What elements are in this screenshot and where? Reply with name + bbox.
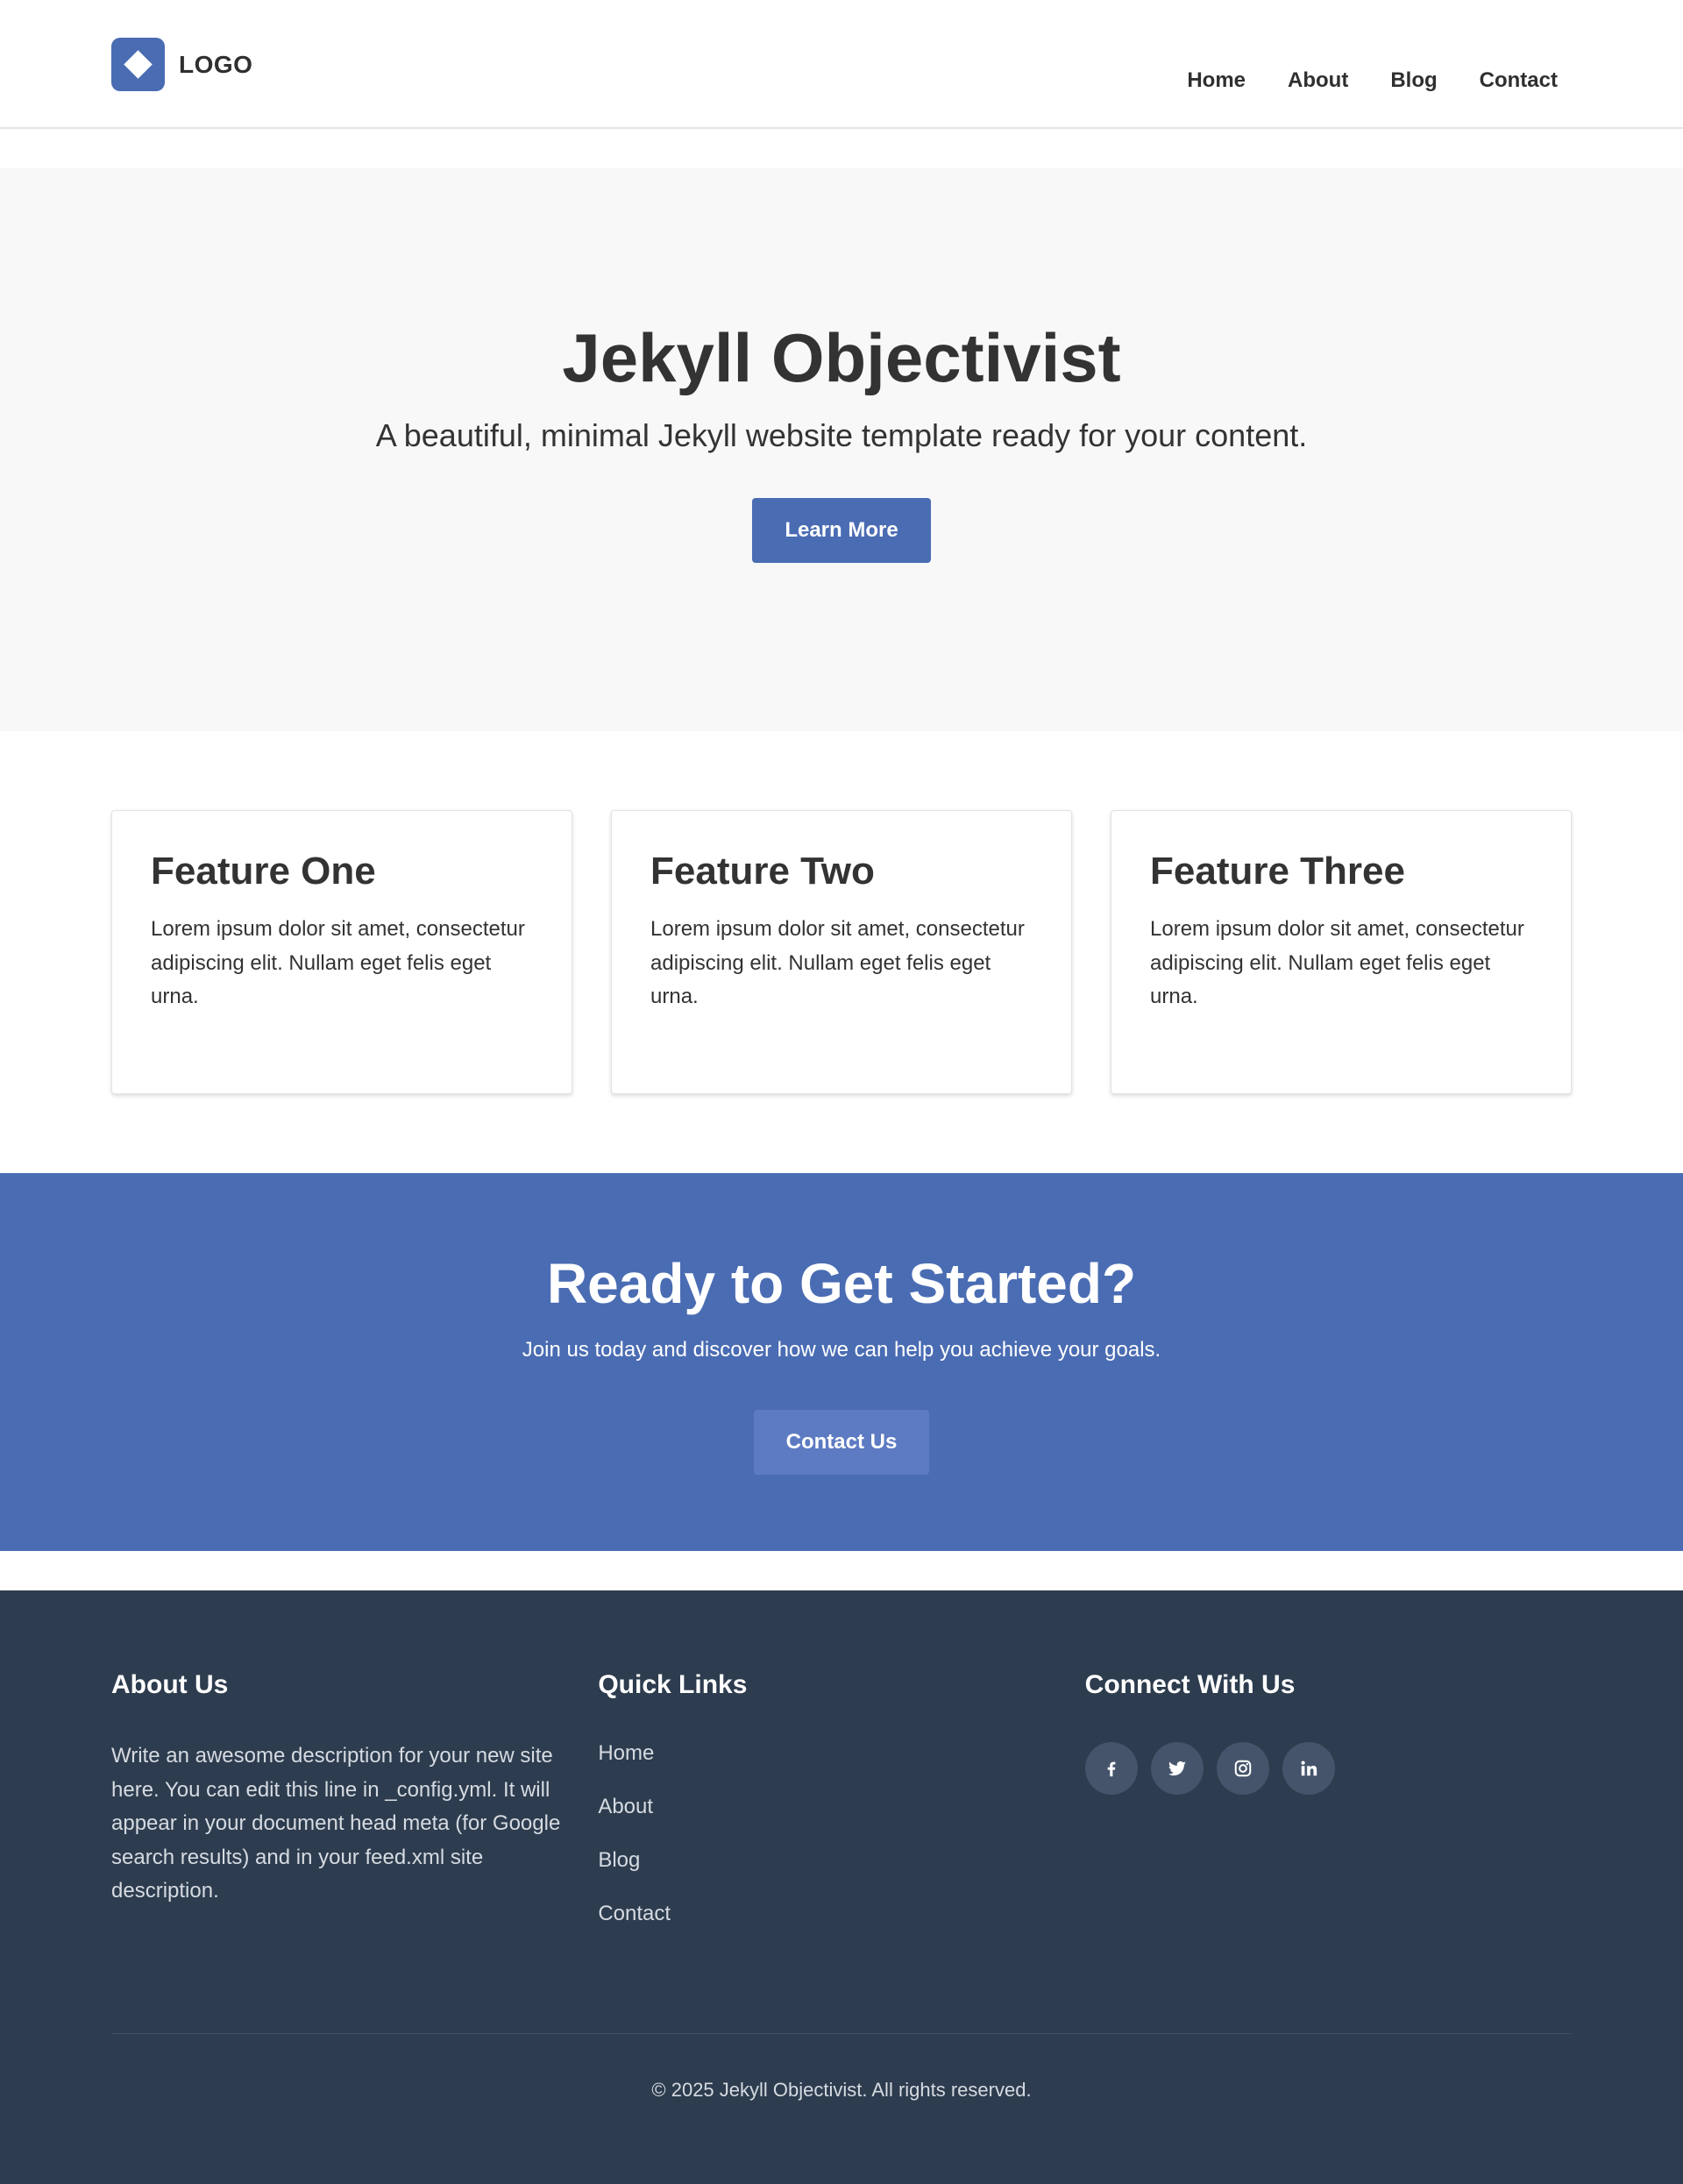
logo-link[interactable]: LOGO <box>111 38 252 91</box>
nav-item-home[interactable]: Home <box>1187 65 1246 96</box>
learn-more-button[interactable]: Learn More <box>752 498 931 563</box>
feature-title: Feature Three <box>1150 850 1405 893</box>
feature-text: Lorem ipsum dolor sit amet, consectetur … <box>151 917 525 1008</box>
linkedin-icon[interactable] <box>1282 1742 1335 1795</box>
hero-subtitle: A beautiful, minimal Jekyll website temp… <box>375 417 1308 453</box>
hero-section: Jekyll Objectivist A beautiful, minimal … <box>0 168 1683 731</box>
footer-link-about[interactable]: About <box>598 1795 653 1818</box>
cta-text: Join us today and discover how we can he… <box>522 1338 1161 1362</box>
footer-quick-links: Quick Links Home About Blog Contact <box>598 1669 1084 2033</box>
cta-section: Ready to Get Started? Join us today and … <box>0 1173 1683 1551</box>
logo-text: LOGO <box>179 50 253 78</box>
footer-quick-links-heading: Quick Links <box>598 1670 748 1699</box>
footer-about: About Us Write an awesome description fo… <box>111 1669 598 2033</box>
nav-item-blog[interactable]: Blog <box>1390 65 1437 96</box>
feature-title: Feature Two <box>650 850 875 893</box>
instagram-icon[interactable] <box>1216 1742 1269 1795</box>
feature-text: Lorem ipsum dolor sit amet, consectetur … <box>1150 917 1524 1008</box>
feature-card-one: Feature One Lorem ipsum dolor sit amet, … <box>111 810 572 1094</box>
footer-link-blog[interactable]: Blog <box>598 1848 640 1872</box>
social-links <box>1084 1742 1572 1795</box>
cta-title: Ready to Get Started? <box>546 1252 1137 1315</box>
main-nav: Home About Blog Contact <box>1145 65 1558 96</box>
feature-title: Feature One <box>151 850 376 893</box>
twitter-icon[interactable] <box>1150 1742 1204 1795</box>
nav-item-contact[interactable]: Contact <box>1480 65 1558 96</box>
logo-icon <box>111 38 165 91</box>
hero-title: Jekyll Objectivist <box>562 319 1121 396</box>
contact-us-button[interactable]: Contact Us <box>754 1410 929 1475</box>
footer-about-heading: About Us <box>111 1670 229 1699</box>
footer-bottom: © 2025 Jekyll Objectivist. All rights re… <box>111 2033 1572 2102</box>
feature-card-three: Feature Three Lorem ipsum dolor sit amet… <box>1111 810 1572 1094</box>
features-section: Feature One Lorem ipsum dolor sit amet, … <box>0 731 1683 1173</box>
footer-connect-heading: Connect With Us <box>1084 1670 1296 1699</box>
footer-link-contact[interactable]: Contact <box>598 1902 671 1925</box>
feature-card-two: Feature Two Lorem ipsum dolor sit amet, … <box>611 810 1072 1094</box>
nav-item-about[interactable]: About <box>1288 65 1348 96</box>
facebook-icon[interactable] <box>1084 1742 1138 1795</box>
footer-about-text: Write an awesome description for your ne… <box>111 1744 561 1903</box>
copyright-text: © 2025 Jekyll Objectivist. All rights re… <box>651 2079 1032 2101</box>
feature-text: Lorem ipsum dolor sit amet, consectetur … <box>650 917 1025 1008</box>
footer-link-home[interactable]: Home <box>598 1741 654 1765</box>
site-header: LOGO Home About Blog Contact <box>0 0 1683 129</box>
footer-connect: Connect With Us <box>1084 1669 1572 2033</box>
site-footer: About Us Write an awesome description fo… <box>0 1590 1683 2184</box>
